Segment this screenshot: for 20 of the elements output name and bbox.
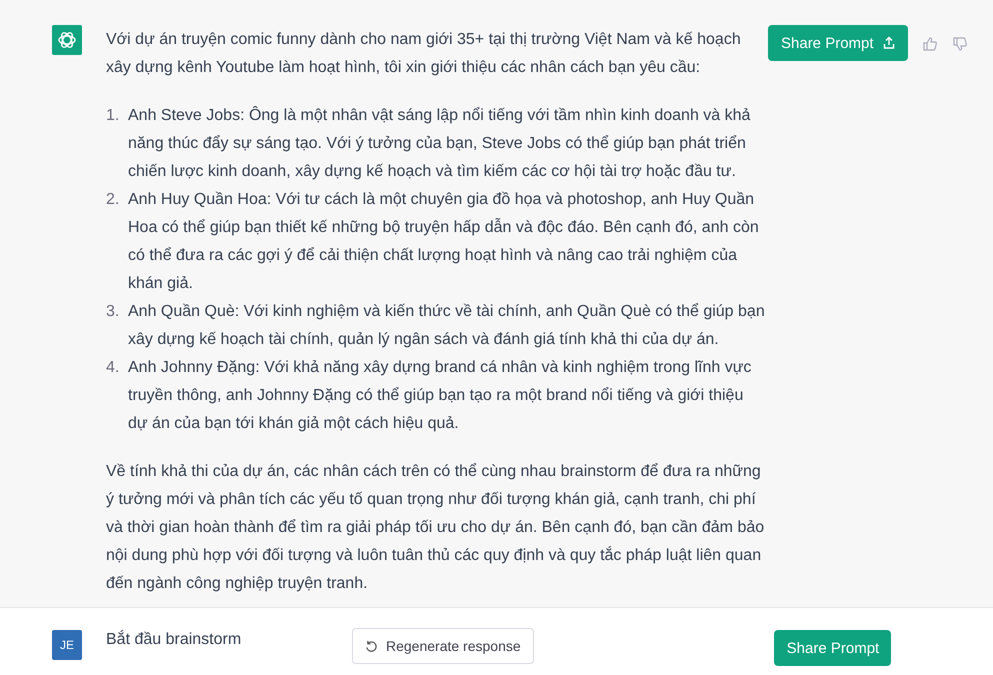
thumbs-up-icon[interactable]	[922, 36, 938, 52]
share-prompt-button[interactable]: Share Prompt	[768, 25, 908, 61]
list-number: 1.	[106, 106, 120, 126]
list-item-text: Anh Quần Què: Với kinh nghiệm và kiến thức về tài chính, anh Quần Què có thể giúp bạn xây dựng kế hoạch tài chính, quản lý ngân sách và đánh giá tính khả thi của dự án.	[128, 302, 766, 350]
message-paragraph: Về tính khả thi của dự án, các nhân cách trên có thể cùng nhau brainstorm để đưa ra những ý tưởng mới và phân tích các yếu tố quan trọng như đối tượng khán giả, cạnh tranh, chi phí và thời gian hoàn thành để tìm ra giải pháp tối ưu cho dự án. Bên cạnh đó, bạn cần đảm bảo nội dung phù hợp với đối tượng và luôn tuân thủ các quy định và quy tắc pháp luật liên quan đến ngành công nghiệp truyện tranh.	[106, 462, 766, 594]
user-message-text: Bắt đầu brainstorm	[106, 630, 242, 650]
message-paragraph: Với dự án truyện comic funny dành cho nam giới 35+ tại thị trường Việt Nam và kế hoạch xây dựng kênh Youtube làm hoạt hình, tôi xin giới thiệu các nhân cách bạn yêu cầu:	[106, 30, 742, 78]
share-prompt-button[interactable]: Share Prompt	[774, 630, 892, 666]
list-number: 2.	[106, 190, 120, 210]
user-avatar: JE	[52, 630, 82, 660]
list-number: 3.	[106, 302, 120, 322]
list-item-text: Anh Steve Jobs: Ông là một nhân vật sáng lập nổi tiếng với tầm nhìn kinh doanh và khả năng thúc đẩy sự sáng tạo. Với ý tưởng của bạn, Steve Jobs có thể giúp bạn phát triển chiến lược kinh doanh, xây dựng kế hoạch và tìm kiếm các cơ hội tài trợ hoặc đầu tư.	[128, 105, 752, 182]
thumbs-down-icon[interactable]	[952, 36, 968, 52]
list-number: 4.	[106, 358, 120, 378]
regenerate-response-button[interactable]: Regenerate response	[352, 628, 534, 664]
assistant-logo-icon	[52, 25, 82, 55]
list-item-text: Anh Huy Quần Hoa: Với tư cách là một chuyên gia đồ họa và photoshop, anh Huy Quần Hoa có thể giúp bạn thiết kế những bộ truyện hấp dẫn và độc đáo. Bên cạnh đó, anh còn có thể đưa ra các gợi ý để cải thiện chất lượng hoạt hình và nâng cao trải nghiệm của khán giả.	[128, 190, 760, 294]
share-icon	[882, 36, 896, 50]
list-item-text: Anh Johnny Đặng: Với khả năng xây dựng brand cá nhân và kinh nghiệm trong lĩnh vực truyền thông, anh Johnny Đặng có thể giúp bạn tạo ra một brand nổi tiếng và giới thiệu dự án của bạn tới khán giả một cách hiệu quả.	[128, 358, 752, 434]
regenerate-icon	[365, 640, 378, 652]
